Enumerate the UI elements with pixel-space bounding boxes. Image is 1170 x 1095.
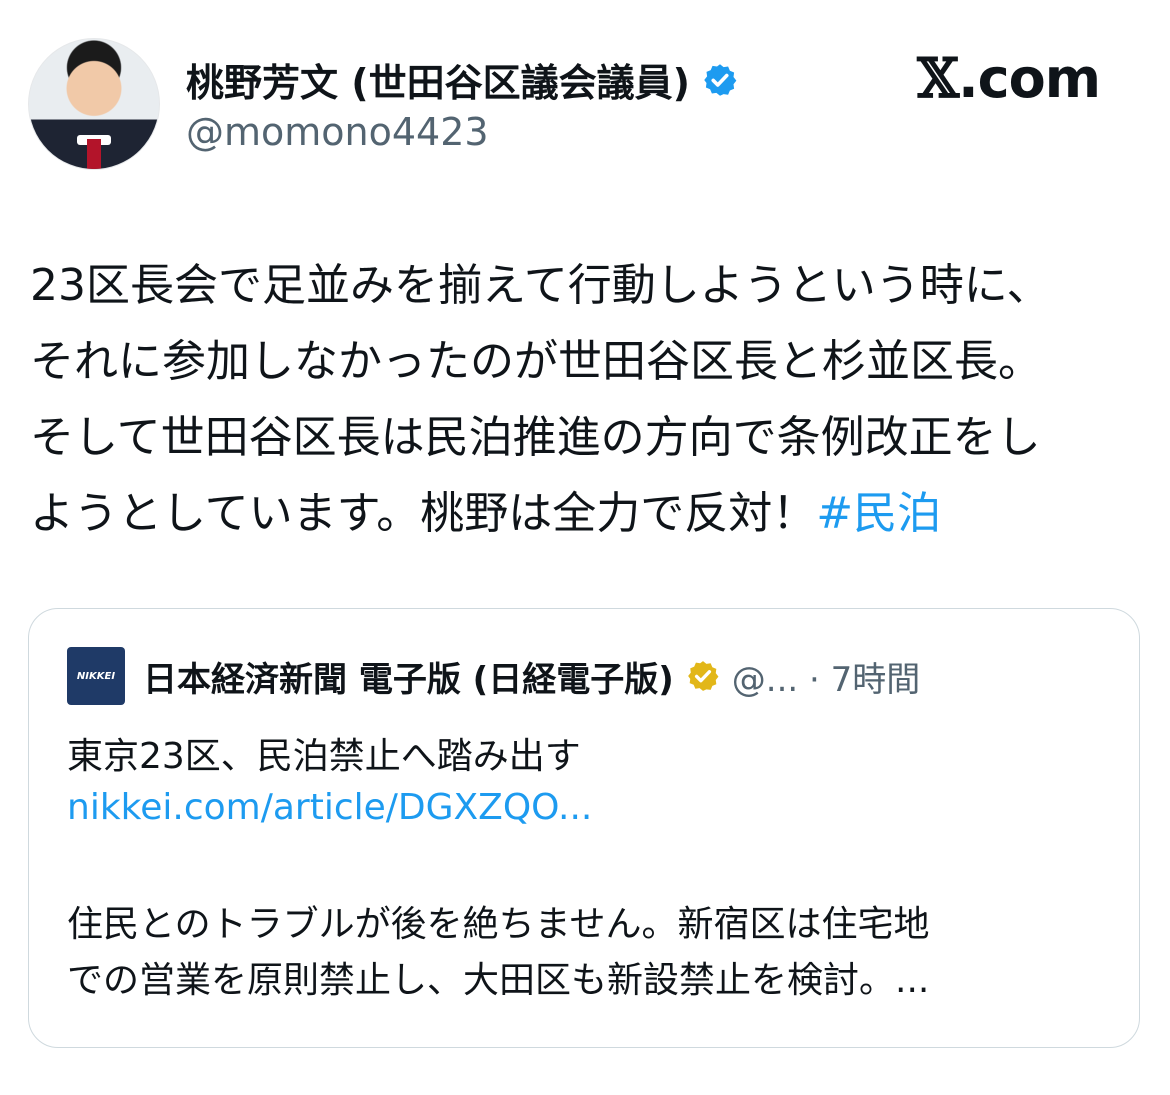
tweet-line: 23区長会で足並みを揃えて行動しようという時に、 (30, 260, 1051, 311)
hashtag-link[interactable]: #民泊 (816, 488, 941, 539)
tweet-line-text: ようとしています。桃野は全力で反対！ (30, 488, 817, 539)
tweet-text: 23区長会で足並みを揃えて行動しようという時に、 それに参加しなかったのが世田谷… (30, 248, 1140, 552)
tweet-line-last: ようとしています。桃野は全力で反対！#民泊 (30, 476, 1140, 552)
brand-suffix: .com (958, 47, 1101, 110)
nikkei-avatar[interactable]: NIKKEI (67, 647, 125, 705)
quoted-handle-time: @... · 7時間 (731, 659, 921, 700)
x-com-logo: 𝕏.com (917, 46, 1101, 110)
quoted-headline: 東京23区、民泊禁止へ踏み出す (67, 736, 581, 777)
tweet-line: それに参加しなかったのが世田谷区長と杉並区長。 (30, 336, 1042, 387)
x-logo-icon: 𝕏 (917, 46, 959, 110)
avatar-tie (87, 139, 101, 169)
quoted-tweet-header: NIKKEI 日本経済新聞 電子版 (日経電子版) @... · 7時間 (67, 647, 920, 705)
author-avatar[interactable] (28, 38, 160, 170)
quoted-body: 住民とのトラブルが後を絶ちません。新宿区は住宅地 での営業を原則禁止し、大田区も… (67, 897, 930, 1009)
quoted-body-line: 住民とのトラブルが後を絶ちません。新宿区は住宅地 (67, 904, 930, 945)
author-name-text: 桃野芳文 (世田谷区議会議員) (186, 61, 690, 105)
verified-gold-badge-icon (687, 661, 719, 691)
quoted-article-link[interactable]: nikkei.com/article/DGXZQO... (67, 787, 592, 828)
author-display-name[interactable]: 桃野芳文 (世田谷区議会議員) (186, 52, 738, 107)
tweet-line: そして世田谷区長は民泊推進の方向で条例改正をし (30, 412, 1041, 463)
quoted-tweet-card[interactable]: NIKKEI 日本経済新聞 電子版 (日経電子版) @... · 7時間 東京2… (28, 608, 1140, 1048)
author-handle[interactable]: @momono4423 (186, 110, 489, 154)
quoted-body-line: での営業を原則禁止し、大田区も新設禁止を検討。... (67, 960, 930, 1001)
verified-badge-icon (704, 63, 737, 96)
nikkei-logo-text: NIKKEI (76, 670, 116, 682)
quoted-author-name[interactable]: 日本経済新聞 電子版 (日経電子版) (143, 652, 674, 701)
